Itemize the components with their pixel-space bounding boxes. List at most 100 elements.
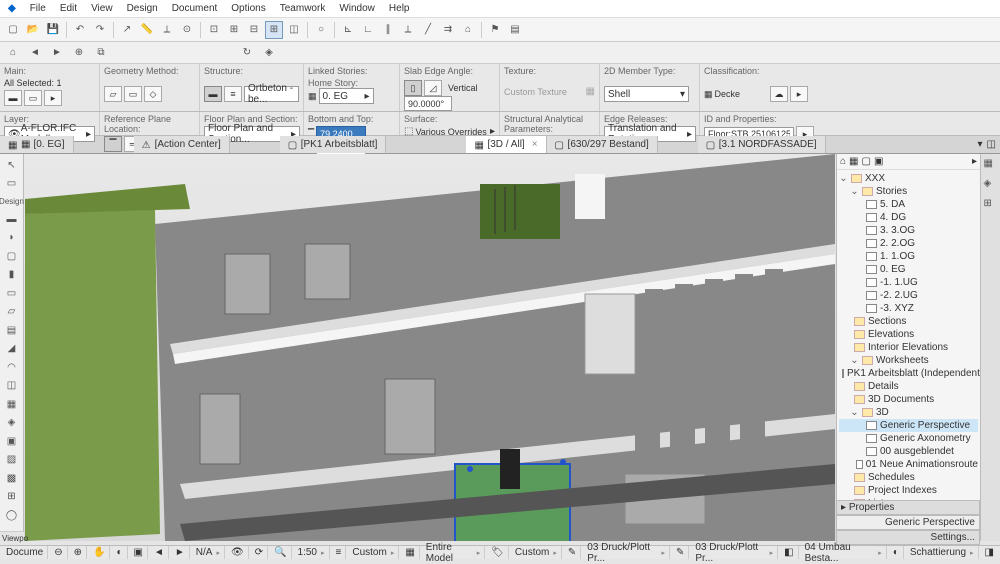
tree-story[interactable]: 2. 2.OG	[839, 237, 978, 250]
tree-hidden[interactable]: 00 ausgeblendet	[839, 445, 978, 458]
menu-options[interactable]: Options	[231, 3, 265, 14]
refresh-icon[interactable]: ↻	[238, 44, 256, 62]
tree-3ddocs[interactable]: 3D Documents	[839, 393, 978, 406]
tab-action-center[interactable]: ⚠[Action Center]	[134, 136, 230, 153]
rs-1[interactable]: ▦	[984, 158, 998, 172]
snap3-icon[interactable]: ⊟	[245, 21, 263, 39]
nav-btn2[interactable]: ▦	[849, 156, 858, 167]
ref-top[interactable]: ▔	[104, 136, 122, 152]
edge-ang[interactable]: ◿	[424, 80, 442, 96]
status-d3[interactable]: 04 Umbau Besta...	[801, 546, 887, 559]
rs-2[interactable]: ◈	[984, 178, 998, 192]
tree-3d[interactable]: ⌄3D	[839, 406, 978, 419]
geom-rot[interactable]: ◇	[144, 86, 162, 102]
status-custom2[interactable]: Custom	[511, 546, 562, 559]
tree-story[interactable]: 3. 3.OG	[839, 224, 978, 237]
tab-nordfassade[interactable]: ▢[3.1 NORDFASSADE]	[698, 136, 826, 153]
ruler-icon[interactable]: ⟂	[158, 21, 176, 39]
line-icon[interactable]: ╱	[419, 21, 437, 39]
tree-story[interactable]: -1. 1.UG	[839, 276, 978, 289]
status-eye-icon[interactable]: 👁	[227, 546, 249, 559]
column-tool[interactable]: ▮	[3, 268, 21, 283]
door-tool[interactable]: ◗	[3, 231, 21, 246]
direction-icon[interactable]: ↗	[118, 21, 136, 39]
perp-icon[interactable]: ⟂	[399, 21, 417, 39]
tree-stories[interactable]: ⌄Stories	[839, 185, 978, 198]
menu-document[interactable]: Document	[172, 3, 218, 14]
menu-help[interactable]: Help	[389, 3, 410, 14]
menu-edit[interactable]: Edit	[60, 3, 77, 14]
zoom-out-icon[interactable]: ⊖	[50, 546, 67, 559]
tab-bestand[interactable]: ▢[630/297 Bestand]	[547, 136, 658, 153]
fwd-icon[interactable]: ►	[48, 44, 66, 62]
status-s4[interactable]: ►	[171, 546, 190, 559]
marquee-tool[interactable]: ▭	[3, 177, 21, 192]
slab-angle-input[interactable]	[404, 96, 452, 111]
tree-story[interactable]: 0. EG	[839, 263, 978, 276]
status-custom[interactable]: Custom	[348, 546, 399, 559]
tree-indexes[interactable]: Project Indexes	[839, 484, 978, 497]
close-icon[interactable]: ×	[532, 139, 538, 150]
menu-teamwork[interactable]: Teamwork	[280, 3, 326, 14]
tree-sections[interactable]: Sections	[839, 315, 978, 328]
nav-menu-icon[interactable]: ▸	[972, 156, 977, 167]
snap4-icon[interactable]: ◫	[285, 21, 303, 39]
tree-interior[interactable]: Interior Elevations	[839, 341, 978, 354]
struct-single[interactable]: ▬	[204, 86, 222, 102]
status-model-icon[interactable]: ▦	[401, 546, 419, 559]
structure-dropdown[interactable]: Ortbeton - be...	[244, 86, 299, 102]
status-s2[interactable]: ▣	[130, 546, 148, 559]
home-icon[interactable]: ⌂	[459, 21, 477, 39]
roof-tool[interactable]: ◢	[3, 342, 21, 357]
point-icon[interactable]: ⊙	[178, 21, 196, 39]
menu-design[interactable]: Design	[127, 3, 158, 14]
angle1-icon[interactable]: ⊾	[339, 21, 357, 39]
status-ov-icon[interactable]: ◧	[780, 546, 798, 559]
status-end-icon[interactable]: ◨	[981, 546, 998, 559]
zoom-in-icon[interactable]: ⊕	[70, 546, 87, 559]
morph-tool[interactable]: ◈	[3, 416, 21, 431]
status-scale[interactable]: 1:50	[294, 546, 330, 559]
object-tool[interactable]: ▣	[3, 434, 21, 449]
nav-btn4[interactable]: ▣	[874, 156, 883, 167]
snap1-icon[interactable]: ⊡	[205, 21, 223, 39]
tree-ws-item[interactable]: PK1 Arbeitsblatt (Independent)	[839, 367, 978, 380]
home2-icon[interactable]: ⌂	[4, 44, 22, 62]
status-pen-icon[interactable]: ✎	[564, 546, 581, 559]
curtain-tool[interactable]: ▦	[3, 397, 21, 412]
wall-tool[interactable]: ▬	[3, 212, 21, 227]
tree-schedules[interactable]: Schedules	[839, 471, 978, 484]
status-tag-icon[interactable]: 🏷	[487, 546, 509, 559]
menu-file[interactable]: File	[30, 3, 46, 14]
stair-tool[interactable]: ▤	[3, 323, 21, 338]
home-story-dropdown[interactable]: 0. EG▸	[319, 88, 374, 104]
status-entire[interactable]: Entire Model	[422, 546, 485, 559]
circle-icon[interactable]: ○	[312, 21, 330, 39]
angle2-icon[interactable]: ∟	[359, 21, 377, 39]
save-icon[interactable]: 💾	[44, 21, 62, 39]
status-orbit-icon[interactable]: ⟳	[251, 546, 268, 559]
mesh-tool[interactable]: ▩	[3, 471, 21, 486]
geom-poly[interactable]: ▱	[104, 86, 122, 102]
para-icon[interactable]: ∥	[379, 21, 397, 39]
member-dropdown[interactable]: Shell▾	[604, 86, 689, 102]
status-doc[interactable]: Docume	[2, 546, 48, 559]
tab-3d[interactable]: ▦[3D / All]×	[466, 136, 546, 153]
hand-icon[interactable]: ✋	[89, 546, 110, 559]
open-icon[interactable]: 📂	[24, 21, 42, 39]
status-shade-icon[interactable]: ◐	[889, 546, 904, 559]
grid-icon[interactable]: ⊞	[265, 21, 283, 39]
tab-pk1[interactable]: ▢[PK1 Arbeitsblatt]	[280, 136, 387, 153]
opening-tool[interactable]: ◯	[3, 508, 21, 523]
status-pen2-icon[interactable]: ✎	[672, 546, 689, 559]
status-s3[interactable]: ◄	[150, 546, 169, 559]
tree-story[interactable]: 5. DA	[839, 198, 978, 211]
beam-tool[interactable]: ▭	[3, 286, 21, 301]
tree-root[interactable]: ⌄XXX	[839, 172, 978, 185]
railing-tool[interactable]: ⊞	[3, 490, 21, 505]
sheet-icon[interactable]: ▤	[506, 21, 524, 39]
nav-btn3[interactable]: ▢	[862, 156, 871, 167]
tree-worksheets[interactable]: ⌄Worksheets	[839, 354, 978, 367]
tree-story[interactable]: 4. DG	[839, 211, 978, 224]
tree-anim[interactable]: 01 Neue Animationsroute	[839, 458, 978, 471]
